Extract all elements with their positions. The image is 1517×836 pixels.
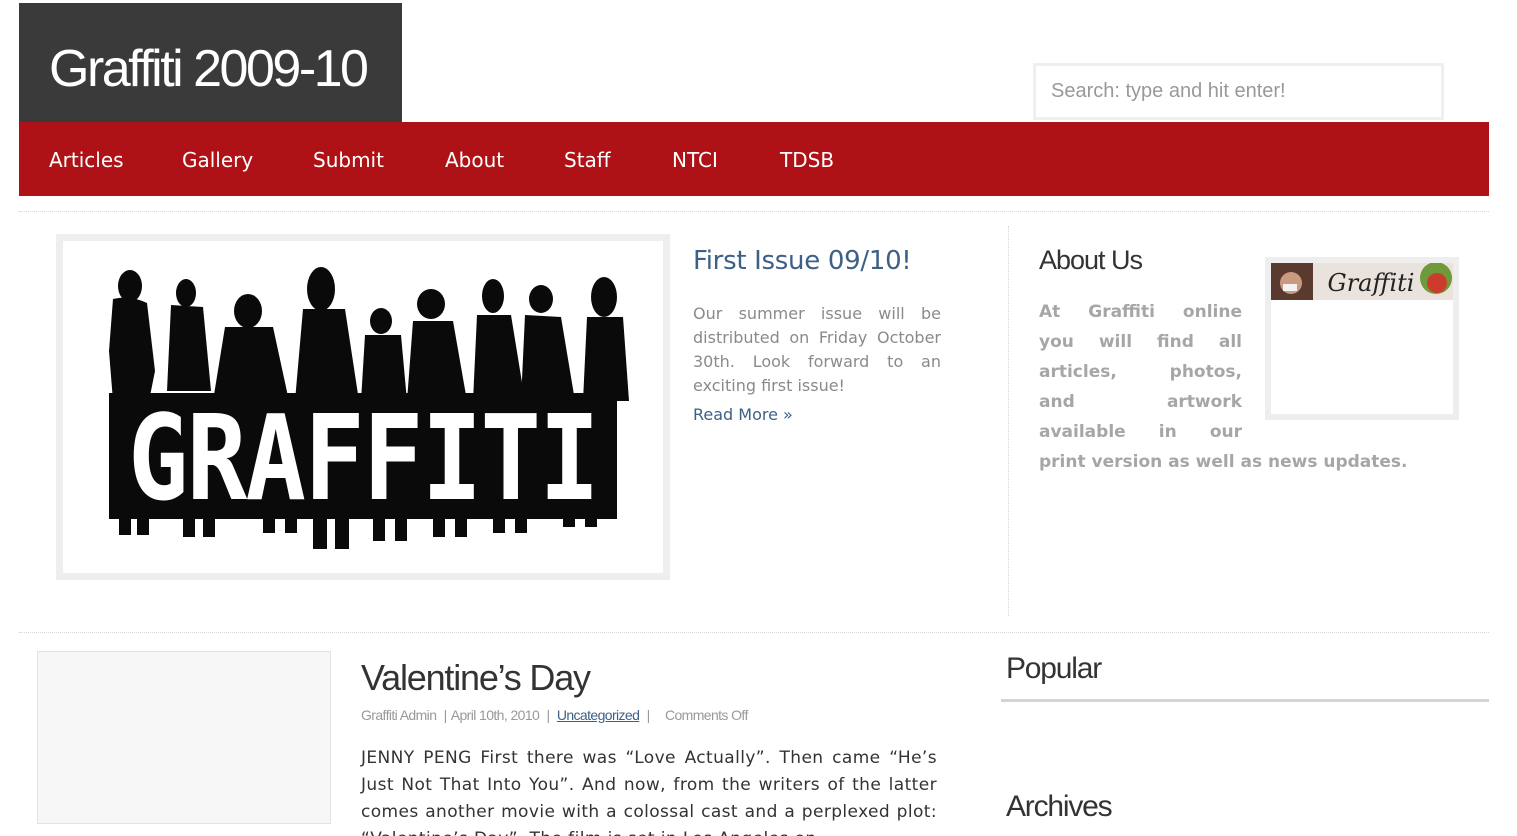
- featured-title[interactable]: First Issue 09/10!: [693, 246, 912, 276]
- divider: [19, 211, 1489, 212]
- post-title[interactable]: Valentine’s Day: [361, 657, 591, 699]
- site-title[interactable]: Graffiti 2009-10: [49, 43, 369, 95]
- featured-excerpt: Our summer issue will be distributed on …: [693, 304, 941, 395]
- meta-separator: |: [443, 707, 448, 723]
- about-text-line: and artwork: [1039, 392, 1242, 412]
- nav-item-ntci[interactable]: NTCI: [672, 147, 718, 173]
- nav-item-tdsb[interactable]: TDSB: [780, 147, 834, 173]
- post-excerpt: JENNY PENG First there was “Love Actuall…: [361, 748, 937, 836]
- post-meta: Graffiti Admin | April 10th, 2010 | Uncat…: [361, 707, 748, 723]
- post-category-link[interactable]: Uncategorized: [557, 707, 640, 723]
- vertical-divider: [1008, 226, 1009, 616]
- nav-item-staff[interactable]: Staff: [564, 147, 611, 173]
- search-input[interactable]: [1036, 66, 1441, 117]
- site-title-box[interactable]: Graffiti 2009-10: [19, 3, 402, 122]
- featured-image[interactable]: GRAFFITI: [56, 234, 670, 580]
- about-text-line: At Graffiti online: [1039, 302, 1242, 322]
- about-title: About Us: [1039, 245, 1143, 275]
- about-text-line: available in our: [1039, 422, 1242, 442]
- meta-separator: |: [546, 707, 550, 723]
- about-text-line: articles, photos,: [1039, 362, 1242, 382]
- about-text: At Graffiti online you will find all art…: [1039, 297, 1429, 477]
- graffiti-logo-image: GRAFFITI: [109, 267, 629, 549]
- popular-widget-title: Popular: [1006, 652, 1102, 685]
- nav-item-articles[interactable]: Articles: [49, 147, 124, 173]
- post-thumbnail[interactable]: [37, 651, 331, 824]
- post-comments: Comments Off: [664, 707, 748, 723]
- about-text-line: print version as well as news updates.: [1039, 452, 1408, 472]
- search-box[interactable]: [1033, 63, 1444, 120]
- post-author[interactable]: Graffiti Admin: [361, 707, 437, 723]
- nav-item-gallery[interactable]: Gallery: [182, 147, 253, 173]
- about-thumbnail-image: Graffiti: [1271, 263, 1453, 300]
- nav-item-about[interactable]: About: [445, 147, 504, 173]
- post-date: April 10th, 2010: [450, 707, 540, 723]
- graffiti-logo-text: GRAFFITI: [128, 389, 598, 527]
- read-more-link[interactable]: Read More »: [693, 405, 793, 424]
- main-nav: Articles Gallery Submit About Staff NTCI…: [19, 122, 1489, 196]
- about-text-line: you will find all: [1039, 332, 1242, 352]
- widget-divider: [1001, 699, 1489, 702]
- archives-widget-title: Archives: [1006, 790, 1113, 823]
- about-thumbnail-logo: Graffiti: [1328, 269, 1415, 297]
- nav-item-submit[interactable]: Submit: [313, 147, 384, 173]
- divider: [19, 632, 1489, 633]
- meta-separator: |: [646, 707, 651, 723]
